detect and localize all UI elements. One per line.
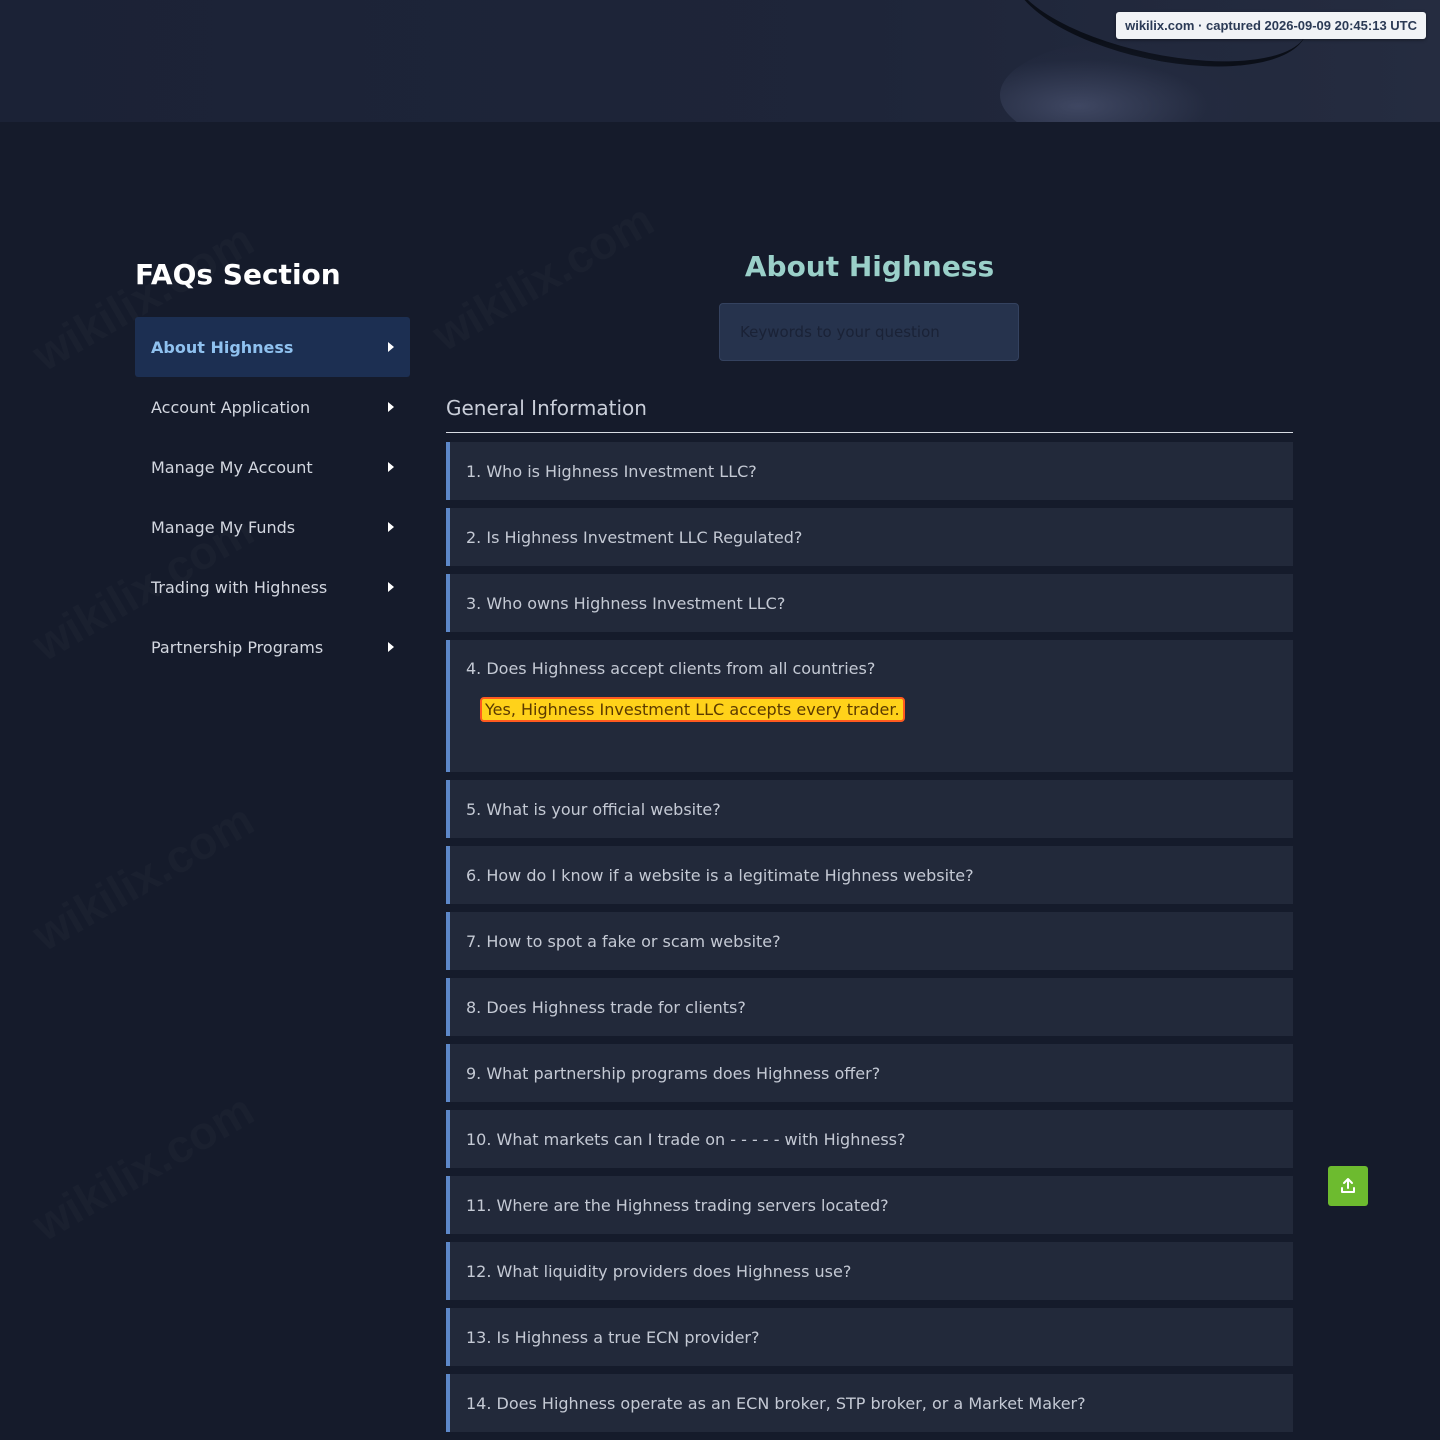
faq-question: 9. What partnership programs does Highne… — [466, 1063, 881, 1083]
caret-right-icon — [388, 462, 394, 472]
faq-question: 4. Does Highness accept clients from all… — [466, 658, 876, 678]
sidebar-item-trading-with-highness[interactable]: Trading with Highness — [135, 557, 410, 617]
faq-item[interactable]: 9. What partnership programs does Highne… — [446, 1044, 1293, 1102]
faq-question: 7. How to spot a fake or scam website? — [466, 931, 781, 951]
faq-item[interactable]: 6. How do I know if a website is a legit… — [446, 846, 1293, 904]
faq-question: 2. Is Highness Investment LLC Regulated? — [466, 527, 803, 547]
faq-question: 13. Is Highness a true ECN provider? — [466, 1327, 760, 1347]
faq-question: 5. What is your official website? — [466, 799, 721, 819]
faq-question: 10. What markets can I trade on - - - - … — [466, 1129, 906, 1149]
sidebar-item-account-application[interactable]: Account Application — [135, 377, 410, 437]
capture-badge: wikilix.com · captured 2026-09-09 20:45:… — [1116, 12, 1426, 39]
faq-item[interactable]: 5. What is your official website? — [446, 780, 1293, 838]
faq-item[interactable]: 2. Is Highness Investment LLC Regulated? — [446, 508, 1293, 566]
faq-item[interactable]: 13. Is Highness a true ECN provider? — [446, 1308, 1293, 1366]
section-divider — [446, 432, 1293, 433]
sidebar-item-label: Manage My Account — [151, 457, 313, 477]
hero-banner: wikilix.com · captured 2026-09-09 20:45:… — [0, 0, 1440, 122]
sidebar-item-partnership-programs[interactable]: Partnership Programs — [135, 617, 410, 677]
faq-category-nav: About Highness Account Application Manag… — [135, 317, 410, 677]
faq-item[interactable]: 3. Who owns Highness Investment LLC? — [446, 574, 1293, 632]
caret-right-icon — [388, 582, 394, 592]
faq-search-input[interactable] — [719, 303, 1019, 361]
sidebar-item-label: About Highness — [151, 337, 294, 357]
faq-item[interactable]: 7. How to spot a fake or scam website? — [446, 912, 1293, 970]
faq-list: 1. Who is Highness Investment LLC? 2. Is… — [446, 442, 1293, 1440]
sidebar-item-label: Partnership Programs — [151, 637, 324, 657]
page-title: About Highness — [744, 250, 995, 283]
faq-item-expanded[interactable]: 4. Does Highness accept clients from all… — [446, 640, 1293, 772]
faq-question: 14. Does Highness operate as an ECN brok… — [466, 1393, 1086, 1413]
faq-item[interactable]: 10. What markets can I trade on - - - - … — [446, 1110, 1293, 1168]
scroll-to-top-button[interactable] — [1328, 1166, 1368, 1206]
faq-item[interactable]: 8. Does Highness trade for clients? — [446, 978, 1293, 1036]
faq-question: 3. Who owns Highness Investment LLC? — [466, 593, 786, 613]
faq-question: 6. How do I know if a website is a legit… — [466, 865, 974, 885]
faq-question: 11. Where are the Highness trading serve… — [466, 1195, 889, 1215]
faq-question: 12. What liquidity providers does Highne… — [466, 1261, 852, 1281]
caret-right-icon — [388, 642, 394, 652]
faq-question: 8. Does Highness trade for clients? — [466, 997, 746, 1017]
caret-right-icon — [388, 522, 394, 532]
sidebar-item-label: Manage My Funds — [151, 517, 296, 537]
faq-answer-highlighted: Yes, Highness Investment LLC accepts eve… — [480, 697, 905, 722]
sidebar-item-label: Account Application — [151, 397, 311, 417]
faq-item[interactable]: 11. Where are the Highness trading serve… — [446, 1176, 1293, 1234]
sidebar-item-about-highness[interactable]: About Highness — [135, 317, 410, 377]
watermark: wikilix.com — [23, 792, 263, 961]
faq-item[interactable]: 12. What liquidity providers does Highne… — [446, 1242, 1293, 1300]
section-heading: General Information — [446, 396, 647, 420]
faq-item[interactable]: 14. Does Highness operate as an ECN brok… — [446, 1374, 1293, 1432]
upload-arrow-icon — [1341, 1178, 1355, 1193]
faq-item[interactable]: 1. Who is Highness Investment LLC? — [446, 442, 1293, 500]
caret-right-icon — [388, 342, 394, 352]
sidebar-title: FAQs Section — [135, 258, 341, 291]
watermark: wikilix.com — [23, 1082, 263, 1251]
sidebar-item-label: Trading with Highness — [151, 577, 328, 597]
caret-right-icon — [388, 402, 394, 412]
sidebar-item-manage-my-funds[interactable]: Manage My Funds — [135, 497, 410, 557]
sidebar-item-manage-my-account[interactable]: Manage My Account — [135, 437, 410, 497]
faq-question: 1. Who is Highness Investment LLC? — [466, 461, 757, 481]
